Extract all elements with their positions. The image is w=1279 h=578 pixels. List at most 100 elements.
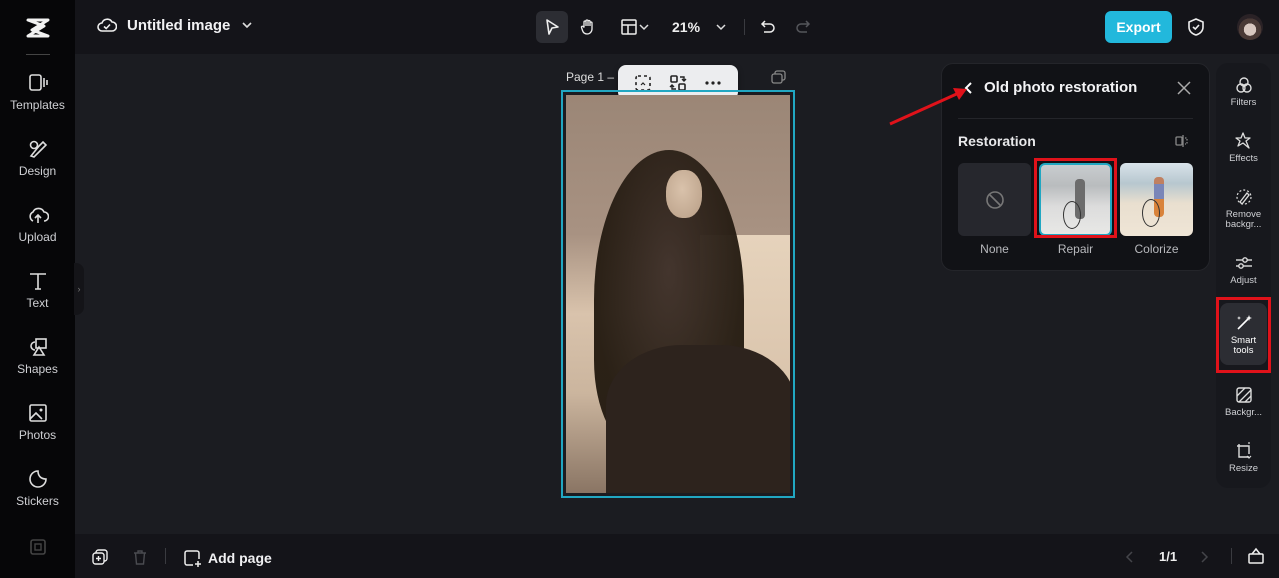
zoom-dropdown-button[interactable] xyxy=(705,11,737,43)
tool-label: Backgr... xyxy=(1225,407,1262,418)
add-page-label: Add page xyxy=(208,550,272,566)
editor-app: Templates Design Upload Text Shapes Phot… xyxy=(0,0,1279,578)
option-none[interactable]: None xyxy=(958,163,1031,256)
bottom-divider xyxy=(165,548,166,564)
sidebar-item-label: Shapes xyxy=(17,362,58,376)
sidebar-item-shapes[interactable]: Shapes xyxy=(0,336,75,376)
tool-filters[interactable]: Filters xyxy=(1216,75,1271,108)
filters-icon xyxy=(1235,77,1252,93)
background-icon xyxy=(1235,387,1252,403)
select-tool-button[interactable] xyxy=(536,11,568,43)
option-label: None xyxy=(980,242,1009,256)
sidebar-item-label: Text xyxy=(26,296,49,310)
sidebar-item-label: Stickers xyxy=(16,494,59,508)
upload-icon xyxy=(28,207,49,223)
design-icon xyxy=(29,140,47,158)
panel-title: Old photo restoration xyxy=(984,79,1138,96)
previous-page-icon[interactable] xyxy=(1124,550,1136,564)
tool-label: Smart tools xyxy=(1230,334,1257,356)
tool-resize[interactable]: Resize xyxy=(1216,441,1271,474)
sidebar-item-upload[interactable]: Upload xyxy=(0,204,75,244)
smart-tools-icon xyxy=(1236,314,1252,330)
sidebar-item-text[interactable]: Text xyxy=(0,270,75,310)
add-page-button[interactable]: Add page xyxy=(182,548,272,568)
undo-icon xyxy=(760,20,775,33)
next-page-icon[interactable] xyxy=(1198,550,1210,564)
sidebar-item-stickers[interactable]: Stickers xyxy=(0,468,75,508)
sidebar-item-label: Upload xyxy=(18,230,57,244)
close-icon[interactable] xyxy=(1177,81,1191,95)
undo-button[interactable] xyxy=(752,11,784,43)
option-colorize[interactable]: Colorize xyxy=(1120,163,1193,256)
page-label[interactable]: Page 1 – xyxy=(566,70,614,84)
export-button[interactable]: Export xyxy=(1105,11,1172,43)
thumbnail-hoop xyxy=(1142,199,1160,227)
tool-remove-background[interactable]: Remove backgr... xyxy=(1216,187,1271,230)
no-effect-icon xyxy=(985,190,1004,209)
tool-label: Filters xyxy=(1230,97,1257,108)
adjust-icon xyxy=(1235,257,1252,269)
templates-icon xyxy=(28,74,48,91)
sidebar-more-item[interactable] xyxy=(0,536,75,558)
left-sidebar: Templates Design Upload Text Shapes Phot… xyxy=(0,0,75,578)
document-title[interactable]: Untitled image xyxy=(127,17,230,34)
user-avatar[interactable] xyxy=(1237,14,1263,40)
pages-panel-icon[interactable] xyxy=(1246,546,1266,566)
right-toolbar: Filters Effects Remove backgr... Adjust … xyxy=(1216,63,1271,488)
chevron-down-icon[interactable] xyxy=(240,18,254,32)
security-button[interactable] xyxy=(1180,11,1212,43)
tool-label: Effects xyxy=(1229,153,1258,164)
document-title-group[interactable]: Untitled image xyxy=(97,15,254,35)
more-apps-icon xyxy=(29,539,46,555)
add-page-icon xyxy=(184,550,201,567)
tool-adjust[interactable]: Adjust xyxy=(1216,253,1271,286)
delete-page-icon[interactable] xyxy=(131,548,149,566)
resize-icon xyxy=(1236,442,1251,459)
thumbnail-hoop xyxy=(1063,201,1081,229)
bottom-bar: Add page 1/1 xyxy=(75,534,1279,578)
duplicate-page-icon[interactable] xyxy=(91,548,109,566)
tool-effects[interactable]: Effects xyxy=(1216,131,1271,164)
shield-check-icon xyxy=(1188,18,1204,36)
redo-button[interactable] xyxy=(787,11,819,43)
hand-icon xyxy=(580,19,593,35)
sidebar-item-label: Templates xyxy=(10,98,65,112)
sidebar-item-photos[interactable]: Photos xyxy=(0,402,75,442)
old-photo-restoration-panel: Old photo restoration Restoration None R… xyxy=(941,63,1210,271)
selected-image-frame[interactable] xyxy=(561,90,795,498)
compare-icon[interactable] xyxy=(1175,134,1189,148)
option-thumbnail xyxy=(1039,163,1112,236)
cursor-icon xyxy=(546,19,559,35)
tool-label: Resize xyxy=(1228,463,1259,474)
option-label: Colorize xyxy=(1134,242,1179,256)
top-bar: Untitled image 21% Export xyxy=(75,0,1279,54)
cloud-saved-icon xyxy=(97,18,117,32)
layout-menu-button[interactable] xyxy=(614,11,656,43)
sidebar-item-design[interactable]: Design xyxy=(0,138,75,178)
tool-label: Adjust xyxy=(1230,275,1257,286)
remove-background-icon xyxy=(1235,189,1252,205)
photo-subject-face xyxy=(666,170,702,218)
tool-background[interactable]: Backgr... xyxy=(1216,385,1271,418)
hand-tool-button[interactable] xyxy=(572,11,604,43)
chevron-down-icon xyxy=(639,24,649,31)
photos-icon xyxy=(28,404,47,422)
duplicate-page-icon[interactable] xyxy=(771,70,787,84)
sidebar-item-templates[interactable]: Templates xyxy=(0,72,75,112)
panel-header: Old photo restoration xyxy=(962,79,1137,96)
tool-smart-tools[interactable]: Smart tools xyxy=(1220,303,1267,365)
sidebar-item-label: Photos xyxy=(18,428,57,442)
canvas-photo[interactable] xyxy=(566,95,790,493)
annotation-arrow xyxy=(889,88,967,126)
zoom-level[interactable]: 21% xyxy=(672,19,700,35)
option-thumbnail xyxy=(1120,163,1193,236)
stickers-icon xyxy=(28,470,47,488)
shapes-icon xyxy=(29,338,47,356)
sidebar-item-label: Design xyxy=(18,164,57,178)
capcut-logo[interactable] xyxy=(0,0,75,56)
option-repair[interactable]: Repair xyxy=(1039,163,1112,256)
toolbar-divider xyxy=(744,19,745,35)
sidebar-collapse-handle[interactable]: › xyxy=(74,263,84,315)
tool-label: Remove backgr... xyxy=(1225,209,1262,230)
page-indicator: 1/1 xyxy=(1159,549,1178,564)
